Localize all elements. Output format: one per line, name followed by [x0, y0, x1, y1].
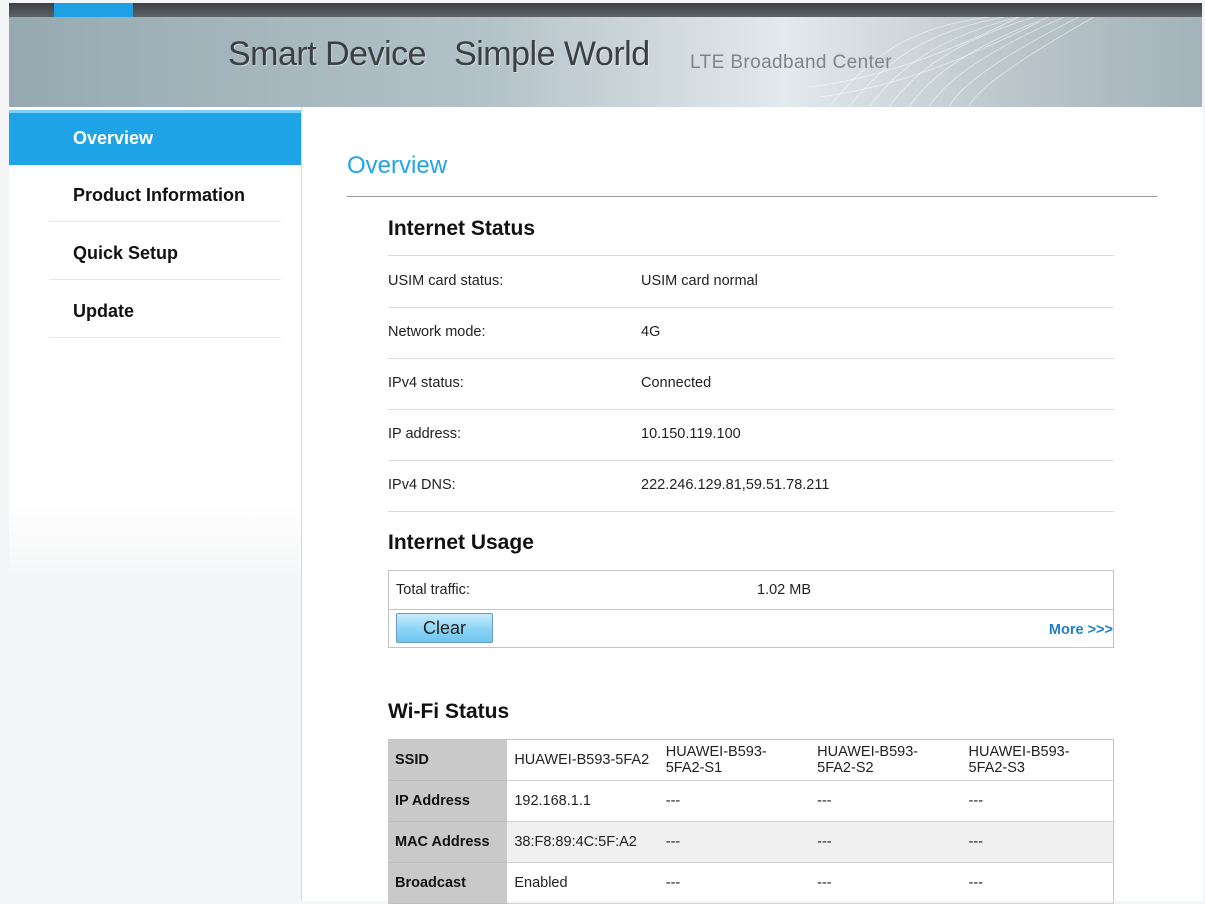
slogan: Smart Device Simple World: [228, 35, 678, 74]
sidebar-divider: [49, 337, 281, 338]
table-row-mac-address: MAC Address 38:F8:89:4C:5F:A2 --- --- --…: [388, 821, 1114, 863]
status-row-ipv4-dns: IPv4 DNS: 222.246.129.81,59.51.78.211: [388, 460, 1114, 512]
status-value: 4G: [641, 324, 661, 340]
sidebar-divider: [49, 279, 281, 280]
status-row-usim: USIM card status: USIM card normal: [388, 256, 1114, 308]
table-cell: HUAWEI-B593-5FA2-S3: [961, 739, 1114, 781]
top-bar: [9, 3, 1202, 17]
sidebar-item-product-information[interactable]: Product Information: [9, 167, 301, 223]
status-value: USIM card normal: [641, 273, 758, 289]
total-traffic-value: 1.02 MB: [757, 582, 811, 598]
internet-status-title: Internet Status: [388, 217, 536, 240]
table-cell: ---: [810, 780, 962, 822]
total-traffic-row: Total traffic: 1.02 MB: [389, 571, 1113, 610]
status-value: 222.246.129.81,59.51.78.211: [641, 477, 830, 493]
internet-usage-title: Internet Usage: [388, 531, 534, 554]
status-label: IP address:: [388, 426, 462, 442]
table-cell: HUAWEI-B593-5FA2-S2: [810, 739, 962, 781]
status-value: 10.150.119.100: [641, 426, 741, 442]
sidebar-item-quick-setup[interactable]: Quick Setup: [9, 225, 301, 281]
status-row-ipv4-status: IPv4 status: Connected: [388, 358, 1114, 410]
status-value: Connected: [641, 375, 712, 391]
product-name: LTE Broadband Center: [690, 52, 892, 73]
row-header: SSID: [388, 739, 508, 781]
wifi-status-title: Wi-Fi Status: [388, 700, 510, 723]
slogan-part-1: Smart Device: [228, 35, 427, 73]
table-cell: ---: [658, 780, 811, 822]
table-cell: ---: [961, 780, 1114, 822]
wifi-status-table: SSID HUAWEI-B593-5FA2 HUAWEI-B593-5FA2-S…: [388, 739, 1114, 904]
status-label: USIM card status:: [388, 273, 504, 289]
sidebar: Overview Product Information Quick Setup…: [9, 107, 301, 901]
main-content: Overview Internet Status USIM card statu…: [301, 107, 1203, 904]
table-cell: 192.168.1.1: [507, 780, 659, 822]
sidebar-item-overview[interactable]: Overview: [9, 110, 301, 165]
table-row-broadcast: Broadcast Enabled --- --- ---: [388, 862, 1114, 904]
table-cell: ---: [961, 821, 1114, 863]
sidebar-item-update[interactable]: Update: [9, 283, 301, 339]
row-header: Broadcast: [388, 862, 508, 904]
more-link[interactable]: More >>>: [1049, 622, 1113, 638]
total-traffic-label: Total traffic:: [396, 582, 470, 598]
top-bar-accent: [54, 3, 133, 17]
status-label: Network mode:: [388, 324, 486, 340]
header-banner: Smart Device Simple World LTE Broadband C…: [9, 17, 1202, 107]
internet-usage-box: Total traffic: 1.02 MB Clear More >>>: [388, 570, 1114, 648]
table-cell: 38:F8:89:4C:5F:A2: [507, 821, 659, 863]
table-cell: ---: [658, 862, 811, 904]
status-label: IPv4 DNS:: [388, 477, 456, 493]
table-cell: ---: [810, 821, 962, 863]
title-divider: [347, 196, 1157, 197]
clear-button[interactable]: Clear: [396, 613, 493, 643]
table-cell: Enabled: [507, 862, 659, 904]
status-row-ip-address: IP address: 10.150.119.100: [388, 409, 1114, 461]
row-header: MAC Address: [388, 821, 508, 863]
row-header: IP Address: [388, 780, 508, 822]
table-cell: HUAWEI-B593-5FA2-S1: [658, 739, 811, 781]
table-cell: ---: [810, 862, 962, 904]
page-title: Overview: [347, 152, 448, 179]
slogan-part-2: Simple World: [454, 35, 650, 73]
sidebar-divider: [49, 221, 281, 222]
table-cell: ---: [658, 821, 811, 863]
table-cell: HUAWEI-B593-5FA2: [507, 739, 659, 781]
table-cell: ---: [961, 862, 1114, 904]
status-label: IPv4 status:: [388, 375, 464, 391]
table-row-ssid: SSID HUAWEI-B593-5FA2 HUAWEI-B593-5FA2-S…: [388, 739, 1114, 781]
status-row-network-mode: Network mode: 4G: [388, 307, 1114, 359]
table-row-ip-address: IP Address 192.168.1.1 --- --- ---: [388, 780, 1114, 822]
